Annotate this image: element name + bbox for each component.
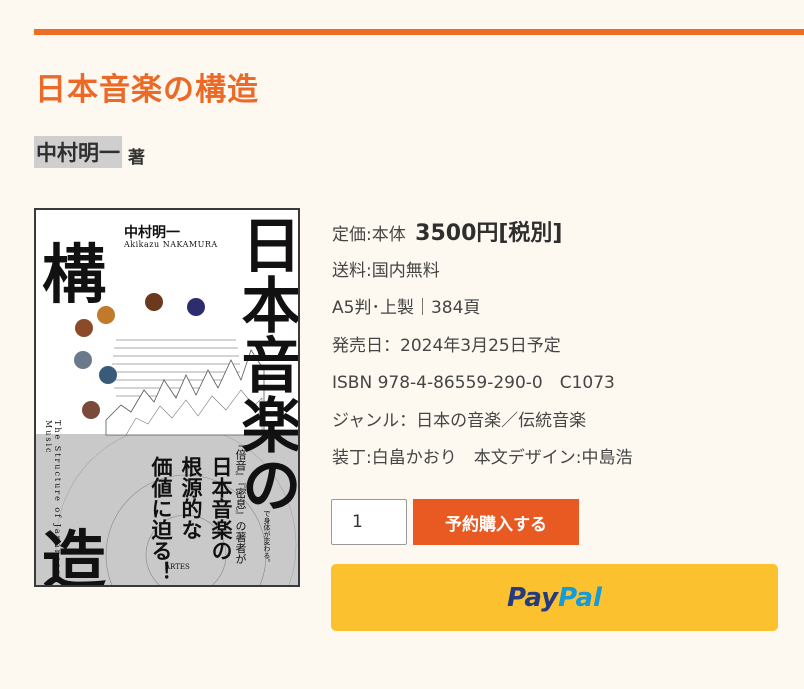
price-label: 定価:本体 [332,225,406,245]
cover-author-en: Akikazu NAKAMURA [124,240,218,249]
paypal-logo-pal: Pal [558,582,602,613]
cover-note-line-2: で身体が変わる。 [263,510,271,566]
paypal-button[interactable]: Pay Pal [331,564,778,631]
price-row: 定価:本体 3500円[税別] [332,215,632,253]
cover-subtitle-en: The Structure of Japanese Music [44,420,62,577]
design-credit: 装丁:白畠かおり 本文デザイン:中島浩 [332,448,633,468]
cover-publisher: ARTES [165,563,190,571]
price-value: 3500円 [415,221,499,246]
product-details: 定価:本体 3500円[税別] 送料:国内無料 A5判･上製｜384頁 発売日：… [332,215,632,478]
price-tax: [税別] [498,221,563,246]
format-info: A5判･上製｜384頁 [332,298,481,318]
cover-note-line-1: 『倍音』『密息』の著者が [234,438,247,565]
isbn-info: ISBN 978-4-86559-290-0 C1073 [332,373,615,393]
shipping-info: 送料:国内無料 [332,260,440,281]
product-title: 日本音楽の構造 [35,72,259,108]
author-name[interactable]: 中村明一 [34,136,122,168]
cover-tagline-line-2: 根源的な [179,456,204,540]
quantity-input[interactable] [331,499,407,545]
author-line: 中村明一 著 [34,136,145,168]
top-accent-bar [34,29,804,35]
genre-info: ジャンル：日本の音楽／伝統音楽 [332,410,587,431]
preorder-buy-button[interactable]: 予約購入する [413,499,579,545]
paypal-logo-pay: Pay [507,582,559,613]
release-date: 発売日：2024年3月25日予定 [332,335,561,356]
cover-title-char-1: 構 [42,238,106,313]
book-cover-image: 構 造 日本音楽の 中村明一 Akikazu NAKAMURA The Stru… [34,208,300,587]
cover-author-jp: 中村明一 [124,225,180,241]
author-role: 著 [128,147,145,168]
